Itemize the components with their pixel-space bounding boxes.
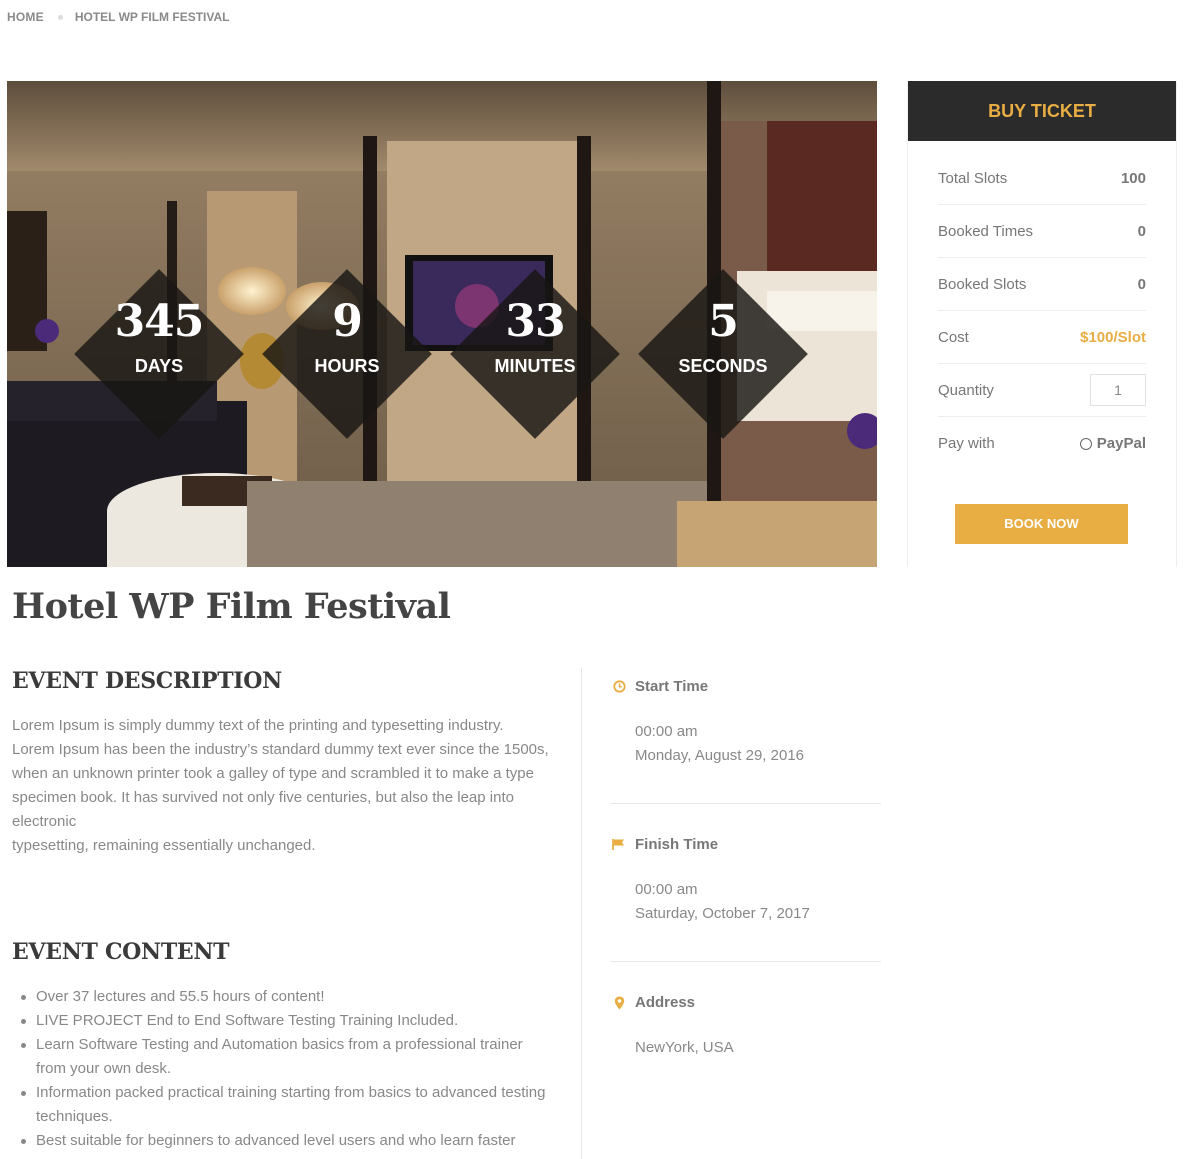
list-item: Learn Software Testing and Automation ba… xyxy=(12,1033,552,1081)
event-description-heading: EVENT DESCRIPTION xyxy=(12,668,282,694)
address-value: NewYork, USA xyxy=(635,1039,734,1056)
cost-row: Cost $100/Slot xyxy=(938,311,1146,364)
quantity-label: Quantity xyxy=(938,381,994,399)
start-date-value: Monday, August 29, 2016 xyxy=(635,747,805,764)
countdown-hours-value: 9 xyxy=(332,296,363,347)
flag-icon xyxy=(611,838,627,851)
countdown-hours-label: HOURS xyxy=(314,356,380,376)
booked-times-label: Booked Times xyxy=(938,222,1034,240)
info-divider xyxy=(611,803,881,804)
breadcrumb: HOME HOTEL WP FILM FESTIVAL xyxy=(7,10,229,24)
cost-value: $100/Slot xyxy=(1080,328,1146,346)
buy-ticket-title: BUY TICKET xyxy=(908,81,1176,141)
start-time-block: Start Time 00:00 am Monday, August 29, 2… xyxy=(611,678,881,768)
description-line: specimen book. It has survived not only … xyxy=(12,789,514,806)
buy-ticket-panel: BUY TICKET Total Slots 100 Booked Times … xyxy=(907,81,1177,567)
paypal-label: PayPal xyxy=(1096,435,1146,452)
description-line: Lorem Ipsum is simply dummy text of the … xyxy=(12,717,504,734)
map-pin-icon xyxy=(611,996,627,1010)
paypal-option[interactable]: PayPal xyxy=(1079,435,1146,452)
description-line: electronic xyxy=(12,813,77,830)
countdown-diamond xyxy=(638,269,808,439)
breadcrumb-separator xyxy=(57,14,63,20)
booked-slots-row: Booked Slots 0 xyxy=(938,258,1146,311)
finish-date-value: Saturday, October 7, 2017 xyxy=(635,905,810,922)
pay-with-label: Pay with xyxy=(938,435,995,452)
info-divider xyxy=(611,961,881,962)
total-slots-label: Total Slots xyxy=(938,169,1008,187)
cost-label: Cost xyxy=(938,328,969,346)
column-divider xyxy=(581,668,582,1159)
list-item: Best suitable for beginners to advanced … xyxy=(12,1129,552,1153)
start-time-value: 00:00 am xyxy=(635,723,698,740)
pay-with-row: Pay with PayPal xyxy=(938,417,1146,470)
address-label: Address xyxy=(635,994,696,1011)
event-hero-image: 345 DAYS 9 HOURS 33 MINUTES 5 SECONDS xyxy=(7,81,877,567)
quantity-row: Quantity xyxy=(938,364,1146,417)
countdown-seconds-value: 5 xyxy=(708,296,739,347)
book-now-button[interactable]: BOOK NOW xyxy=(955,504,1128,544)
clock-icon xyxy=(611,680,627,693)
description-line: typesetting, remaining essentially uncha… xyxy=(12,837,316,854)
event-title: Hotel WP Film Festival xyxy=(12,586,451,627)
total-slots-row: Total Slots 100 xyxy=(938,152,1146,205)
paypal-radio[interactable] xyxy=(1079,437,1092,450)
countdown-minutes-value: 33 xyxy=(505,296,565,347)
event-content-list: Over 37 lectures and 55.5 hours of conte… xyxy=(12,985,552,1153)
event-content-heading: EVENT CONTENT xyxy=(12,939,230,965)
countdown-hours: 9 HOURS xyxy=(262,269,432,439)
countdown-diamond xyxy=(74,269,244,439)
total-slots-value: 100 xyxy=(1120,169,1146,187)
finish-time-label: Finish Time xyxy=(635,836,719,853)
booked-times-row: Booked Times 0 xyxy=(938,205,1146,258)
countdown-days: 345 DAYS xyxy=(74,269,244,439)
countdown-days-label: DAYS xyxy=(134,356,184,376)
booked-times-value: 0 xyxy=(1137,222,1146,240)
breadcrumb-home-link[interactable]: HOME xyxy=(7,10,44,24)
quantity-input[interactable] xyxy=(1090,374,1146,406)
countdown-days-value: 345 xyxy=(114,296,205,347)
list-item: LIVE PROJECT End to End Software Testing… xyxy=(12,1009,552,1033)
finish-time-value: 00:00 am xyxy=(635,881,698,898)
countdown-diamond xyxy=(262,269,432,439)
countdown-minutes: 33 MINUTES xyxy=(450,269,620,439)
event-description: Lorem Ipsum is simply dummy text of the … xyxy=(12,714,557,858)
countdown-seconds-label: SECONDS xyxy=(678,356,768,376)
booked-slots-label: Booked Slots xyxy=(938,275,1027,293)
breadcrumb-current: HOTEL WP FILM FESTIVAL xyxy=(74,10,230,24)
start-time-label: Start Time xyxy=(635,678,709,695)
list-item: Information packed practical training st… xyxy=(12,1081,552,1129)
countdown-seconds: 5 SECONDS xyxy=(638,269,808,439)
finish-time-block: Finish Time 00:00 am Saturday, October 7… xyxy=(611,836,881,926)
countdown-diamond xyxy=(450,269,620,439)
list-item: Over 37 lectures and 55.5 hours of conte… xyxy=(12,985,552,1009)
address-block: Address NewYork, USA xyxy=(611,994,881,1060)
booked-slots-value: 0 xyxy=(1137,275,1146,293)
countdown-minutes-label: MINUTES xyxy=(494,356,576,376)
countdown-timer: 345 DAYS 9 HOURS 33 MINUTES 5 SECONDS xyxy=(7,81,877,567)
description-line: when an unknown printer took a galley of… xyxy=(12,765,534,782)
description-line: Lorem Ipsum has been the industry’s stan… xyxy=(12,741,549,758)
